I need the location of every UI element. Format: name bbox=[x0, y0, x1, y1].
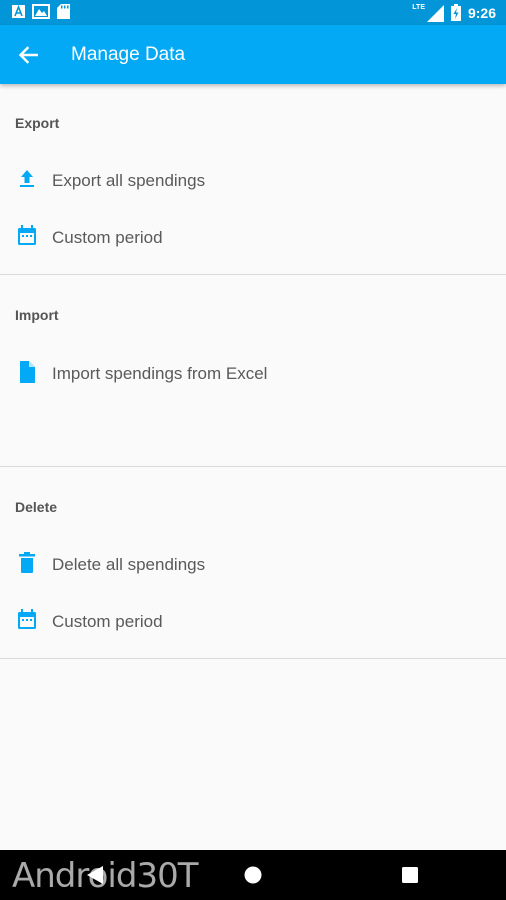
upload-icon bbox=[20, 170, 34, 187]
back-nav-icon[interactable] bbox=[87, 866, 103, 884]
recents-nav-icon[interactable] bbox=[402, 867, 418, 883]
import-spendings-excel-label: Import spendings from Excel bbox=[52, 364, 268, 383]
export-custom-period-item[interactable]: Custom period bbox=[0, 225, 506, 277]
page-title: Manage Data bbox=[71, 44, 186, 65]
export-section: Export Export all spendings Custom perio… bbox=[0, 84, 506, 275]
back-button[interactable] bbox=[10, 37, 46, 73]
content-list: Export Export all spendings Custom perio… bbox=[0, 84, 506, 659]
export-all-spendings-label: Export all spendings bbox=[52, 171, 206, 190]
navigation-bar: Android30T bbox=[0, 850, 506, 900]
section-header-delete: Delete bbox=[15, 499, 58, 515]
delete-custom-period-label: Custom period bbox=[52, 612, 163, 631]
status-time: 9:26 bbox=[467, 4, 496, 21]
delete-all-spendings-item[interactable]: Delete all spendings bbox=[0, 552, 506, 604]
delete-section: Delete Delete all spendings Custom perio… bbox=[0, 467, 506, 659]
battery-charging-icon bbox=[450, 4, 461, 21]
delete-custom-period-item[interactable]: Custom period bbox=[0, 609, 506, 661]
watermark-logo: Android30T bbox=[12, 856, 198, 896]
system-icons: LTE 9:26 bbox=[412, 3, 496, 22]
home-nav-icon[interactable] bbox=[244, 866, 262, 884]
export-all-spendings-item[interactable]: Export all spendings bbox=[0, 168, 506, 220]
import-spendings-excel-item[interactable]: Import spendings from Excel bbox=[0, 361, 506, 413]
status-bar: LTE 9:26 bbox=[0, 0, 506, 25]
calendar-icon bbox=[18, 609, 36, 629]
export-custom-period-label: Custom period bbox=[52, 228, 163, 247]
import-section: Import Import spendings from Excel bbox=[0, 275, 506, 467]
lte-label: LTE bbox=[412, 4, 425, 11]
file-icon bbox=[20, 361, 35, 383]
font-notification-icon bbox=[12, 5, 25, 18]
manage-data-screen: LTE 9:26 Manage Data Export Export all s… bbox=[0, 0, 506, 900]
section-header-import: Import bbox=[15, 307, 59, 323]
sd-card-icon bbox=[57, 4, 70, 19]
notification-icons bbox=[12, 4, 70, 19]
calendar-icon bbox=[18, 225, 36, 245]
trash-icon bbox=[19, 552, 35, 573]
signal-icon bbox=[426, 5, 444, 22]
section-header-export: Export bbox=[15, 115, 60, 131]
delete-all-spendings-label: Delete all spendings bbox=[52, 555, 206, 574]
arrow-back-icon bbox=[18, 46, 38, 64]
gallery-notification-icon bbox=[32, 4, 50, 19]
app-bar: Manage Data bbox=[0, 25, 506, 84]
